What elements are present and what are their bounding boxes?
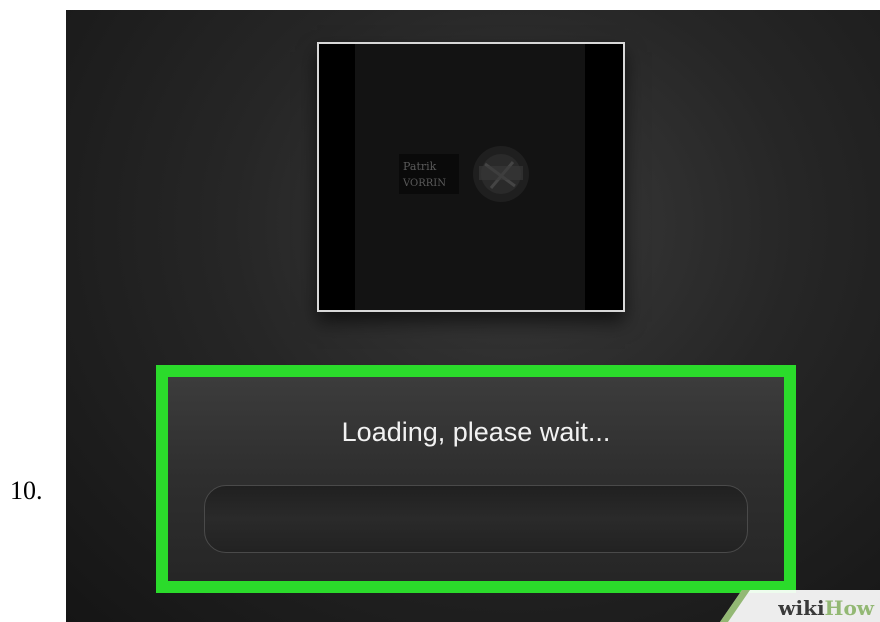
watermark-how: How: [824, 596, 874, 620]
page: 10. Patrik VORRIN Loading, please wait..…: [0, 0, 880, 622]
album-art: Patrik VORRIN: [355, 44, 585, 310]
album-logo: Patrik VORRIN: [399, 146, 529, 202]
album-logo-line-2: VORRIN: [402, 178, 446, 189]
watermark-text: wikiHow: [778, 596, 874, 620]
app-screenshot: Patrik VORRIN Loading, please wait... wi…: [66, 10, 880, 622]
watermark-wiki: wiki: [778, 596, 825, 620]
step-number: 10.: [10, 476, 43, 505]
wikihow-watermark: wikiHow: [720, 590, 880, 622]
loading-progress-bar: [204, 485, 748, 553]
loading-message: Loading, please wait...: [341, 417, 611, 447]
album-logo-line-1: Patrik: [403, 160, 437, 173]
album-art-frame[interactable]: Patrik VORRIN: [317, 42, 625, 312]
loading-dialog-highlight: Loading, please wait...: [156, 365, 796, 593]
